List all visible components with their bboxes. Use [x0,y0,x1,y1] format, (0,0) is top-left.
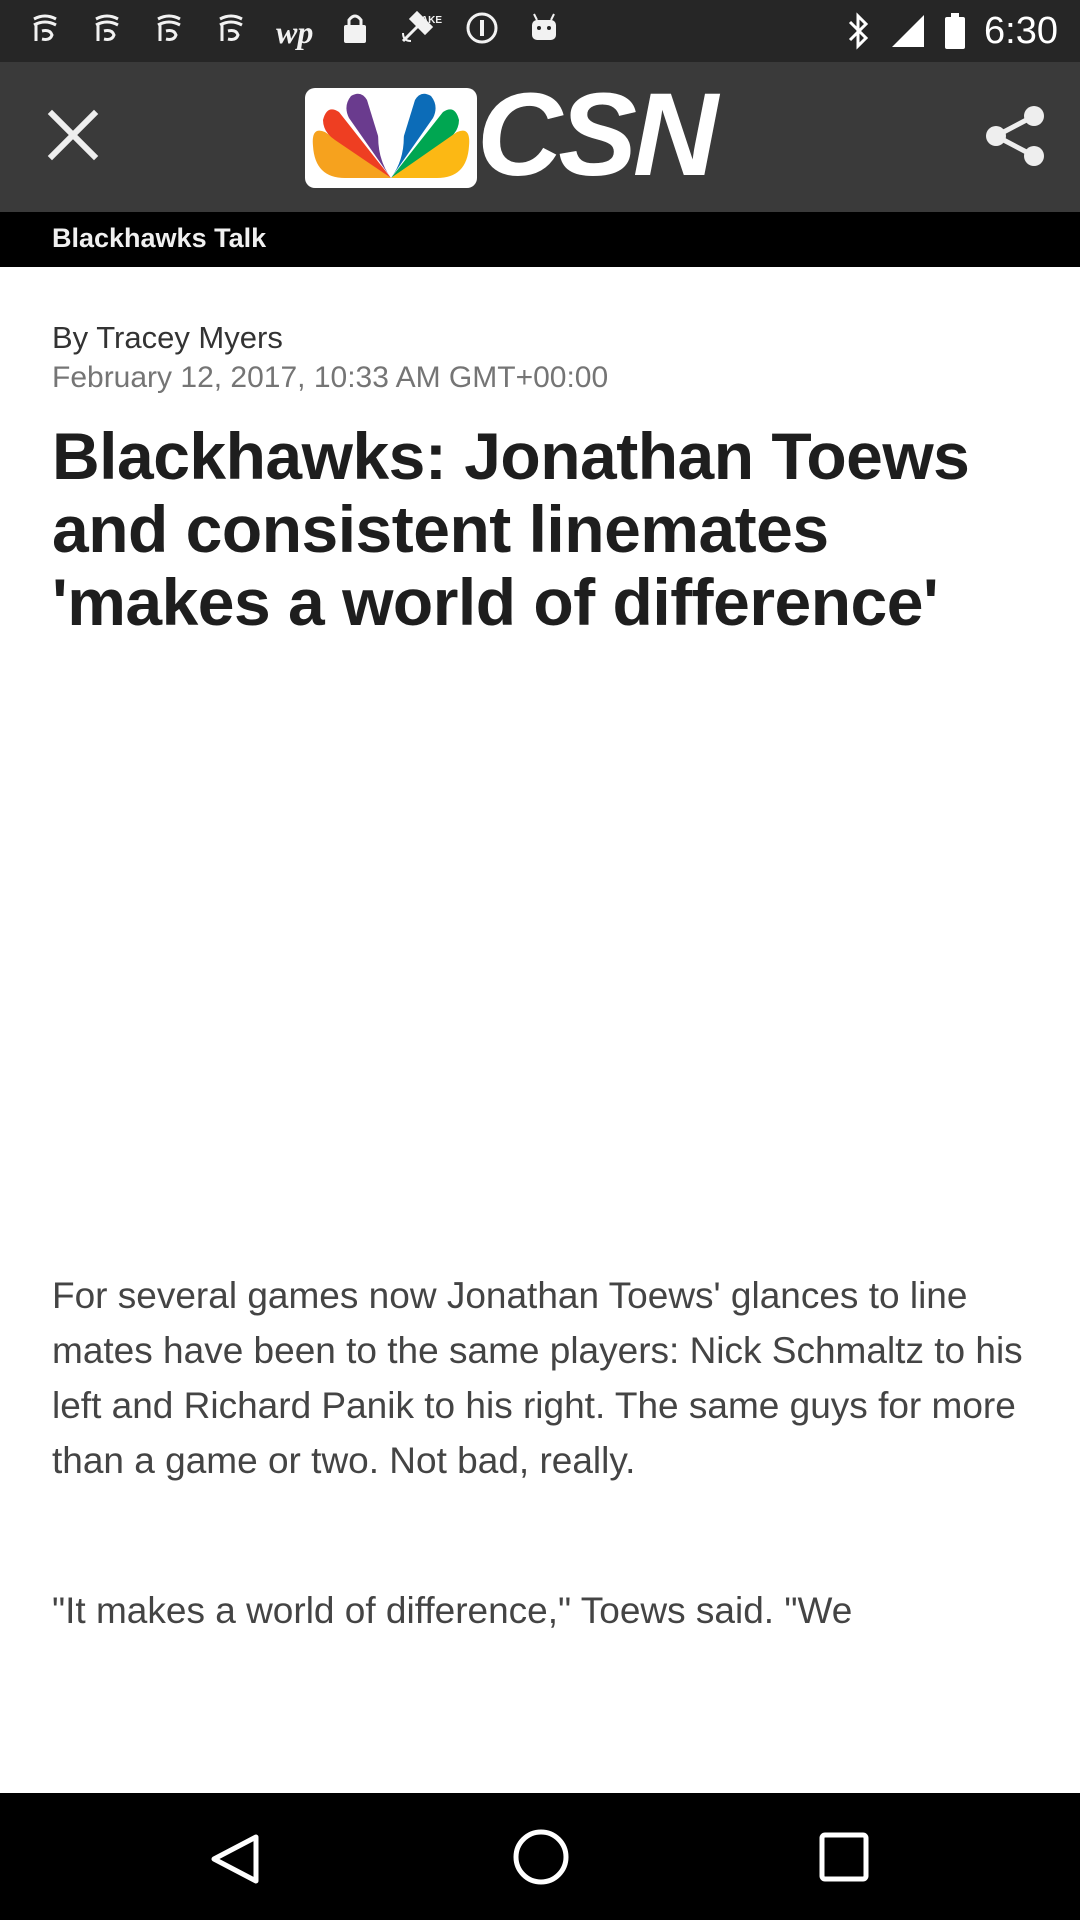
lock-icon [341,11,369,54]
recent-apps-button[interactable] [818,1831,870,1883]
notification-icon [28,11,62,54]
close-icon [47,109,99,161]
android-icon [527,11,561,54]
signal-icon [892,15,925,47]
article-header: By Tracey Myers February 12, 2017, 10:33… [52,318,1032,639]
article-date: February 12, 2017, 10:33 AM GMT+00:00 [52,361,609,394]
clock: 6:30 [984,10,1058,52]
status-bar: wp FAKE 6:30 [0,0,1080,62]
status-right-icons: 6:30 [846,10,1058,52]
home-button[interactable] [511,1827,571,1887]
notification-icon [90,11,124,54]
logo-text: CSN [477,69,718,201]
article-headline: Blackhawks: Jonathan Toews and consisten… [52,419,970,639]
notification-icon [214,11,248,54]
article-paragraph: For several games now Jonathan Toews' gl… [52,1275,1023,1481]
navigation-bar [0,1793,1080,1920]
washington-post-icon: wp [276,14,314,50]
nbc-peacock-icon [305,88,477,188]
home-icon [513,1829,569,1885]
back-button[interactable] [208,1833,264,1885]
fake-gps-icon: FAKE [397,9,442,56]
csn-logo: CSN [305,76,785,194]
status-left-icons: wp FAKE [28,10,589,54]
article-paragraph: "It makes a world of difference," Toews … [52,1590,853,1631]
app-bar: CSN [0,62,1080,212]
info-icon [465,11,499,54]
recent-apps-icon [819,1832,869,1882]
notification-icon [152,11,186,54]
section-title: Blackhawks Talk [52,223,267,253]
battery-icon [945,13,966,49]
fake-label: FAKE [415,14,443,26]
close-button[interactable] [40,102,106,168]
back-icon [211,1834,259,1884]
section-bar: Blackhawks Talk [0,212,1080,267]
bluetooth-icon [848,12,869,50]
share-icon [986,106,1044,166]
share-button[interactable] [982,102,1050,170]
article-byline: By Tracey Myers [52,320,283,355]
